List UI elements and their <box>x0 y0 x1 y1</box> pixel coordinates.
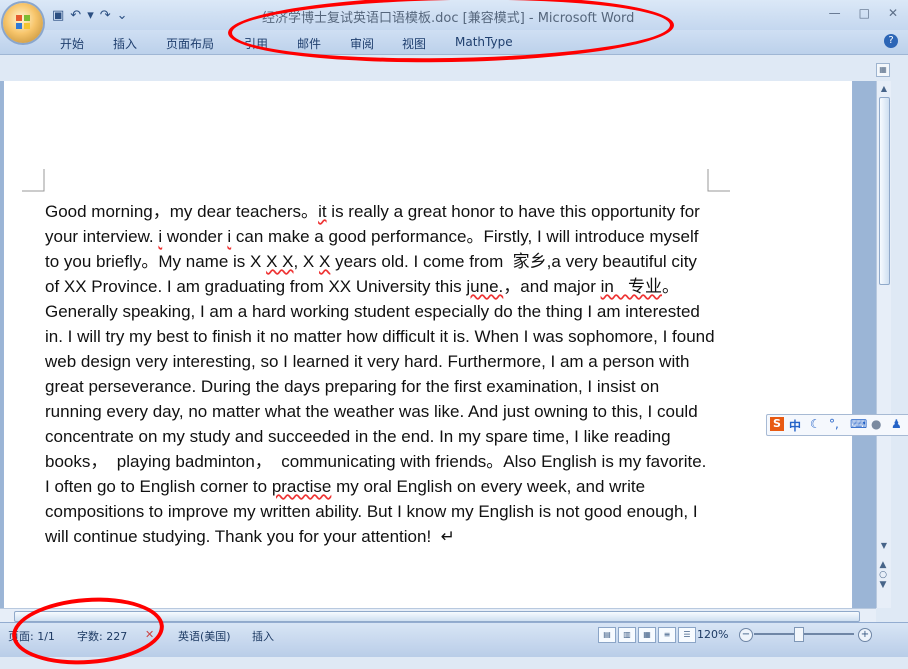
spellcheck-text-run: X <box>319 252 331 271</box>
minimize-icon[interactable]: — <box>829 6 841 20</box>
user-icon[interactable]: ● <box>871 417 881 431</box>
scroll-up-icon[interactable]: ▲ <box>879 84 889 94</box>
browse-controls: ▲ ○ ▼ <box>876 560 890 608</box>
tab-insert[interactable]: 插入 <box>113 35 137 52</box>
outline-icon[interactable]: ≡ <box>658 627 676 643</box>
document-workspace: Good morning，my dear teachers。it is real… <box>0 81 876 608</box>
office-logo-icon <box>16 15 30 29</box>
ime-toolbar[interactable]: S 中 ☾ °, ⌨ ● ♟ <box>766 414 908 436</box>
spellcheck-text-run: june. <box>466 277 504 296</box>
save-icon[interactable]: ▣ <box>52 8 64 23</box>
ruler-toggle-icon[interactable]: ▦ <box>876 63 890 77</box>
print-layout-icon[interactable]: ▤ <box>598 627 616 643</box>
half-width-moon-icon[interactable]: ☾ <box>810 417 821 431</box>
language-indicator[interactable]: 英语(美国) <box>178 628 231 644</box>
tab-page-layout[interactable]: 页面布局 <box>166 35 214 52</box>
zoom-level[interactable]: 120% <box>697 628 728 641</box>
customize-qat-icon[interactable]: ⌄ <box>117 8 128 23</box>
redo-icon[interactable]: ↷ <box>100 8 111 23</box>
spellcheck-text-run: X X <box>266 252 294 271</box>
view-buttons: ▤ ▥ ▦ ≡ ☰ <box>598 627 696 643</box>
undo-icon[interactable]: ↶ <box>70 8 81 23</box>
spellcheck-text-run: it <box>318 202 327 221</box>
previous-page-icon[interactable]: ▲ <box>876 560 890 570</box>
tab-home[interactable]: 开始 <box>60 35 84 52</box>
insert-mode-indicator[interactable]: 插入 <box>252 628 274 644</box>
text-run: ，and major <box>503 277 601 296</box>
full-screen-reading-icon[interactable]: ▥ <box>618 627 636 643</box>
zoom-slider[interactable] <box>754 633 854 635</box>
vertical-scroll-thumb[interactable] <box>879 97 890 285</box>
web-layout-icon[interactable]: ▦ <box>638 627 656 643</box>
punctuation-icon[interactable]: °, <box>829 417 839 431</box>
text-run: , X <box>293 252 319 271</box>
window-controls: — □ ✕ <box>829 6 898 20</box>
spellcheck-text-run: in 专业 <box>600 277 662 296</box>
spellcheck-text-run: practise <box>271 477 332 496</box>
ime-language-mode[interactable]: 中 <box>789 417 801 434</box>
draft-icon[interactable]: ☰ <box>678 627 696 643</box>
margin-corner-top-right-icon <box>707 169 730 192</box>
close-icon[interactable]: ✕ <box>888 6 898 20</box>
scroll-down-icon[interactable]: ▼ <box>879 541 889 551</box>
browse-object-icon[interactable]: ○ <box>876 570 890 580</box>
office-button[interactable] <box>3 3 43 43</box>
maximize-icon[interactable]: □ <box>859 6 870 20</box>
zoom-in-icon[interactable]: + <box>858 628 872 642</box>
undo-dropdown-icon[interactable]: ▾ <box>87 8 94 23</box>
help-icon[interactable]: ? <box>884 34 898 48</box>
zoom-out-icon[interactable]: − <box>739 628 753 642</box>
document-page[interactable]: Good morning，my dear teachers。it is real… <box>3 81 853 608</box>
text-run: wonder <box>162 227 228 246</box>
vertical-scrollbar[interactable]: ▲ ▼ <box>876 81 891 608</box>
quick-access-toolbar: ▣ ↶ ▾ ↷ ⌄ <box>52 6 128 24</box>
text-run: 。Generally speaking, I am a hard working… <box>45 277 720 496</box>
skin-shirt-icon[interactable]: ♟ <box>891 417 902 431</box>
zoom-slider-knob[interactable] <box>794 627 804 642</box>
document-body-text[interactable]: Good morning，my dear teachers。it is real… <box>45 199 715 549</box>
next-page-icon[interactable]: ▼ <box>876 580 890 590</box>
text-run: Good morning，my dear teachers。 <box>45 202 319 221</box>
soft-keyboard-icon[interactable]: ⌨ <box>850 417 867 431</box>
margin-corner-top-left-icon <box>22 169 45 192</box>
sogou-logo-icon: S <box>770 417 784 431</box>
